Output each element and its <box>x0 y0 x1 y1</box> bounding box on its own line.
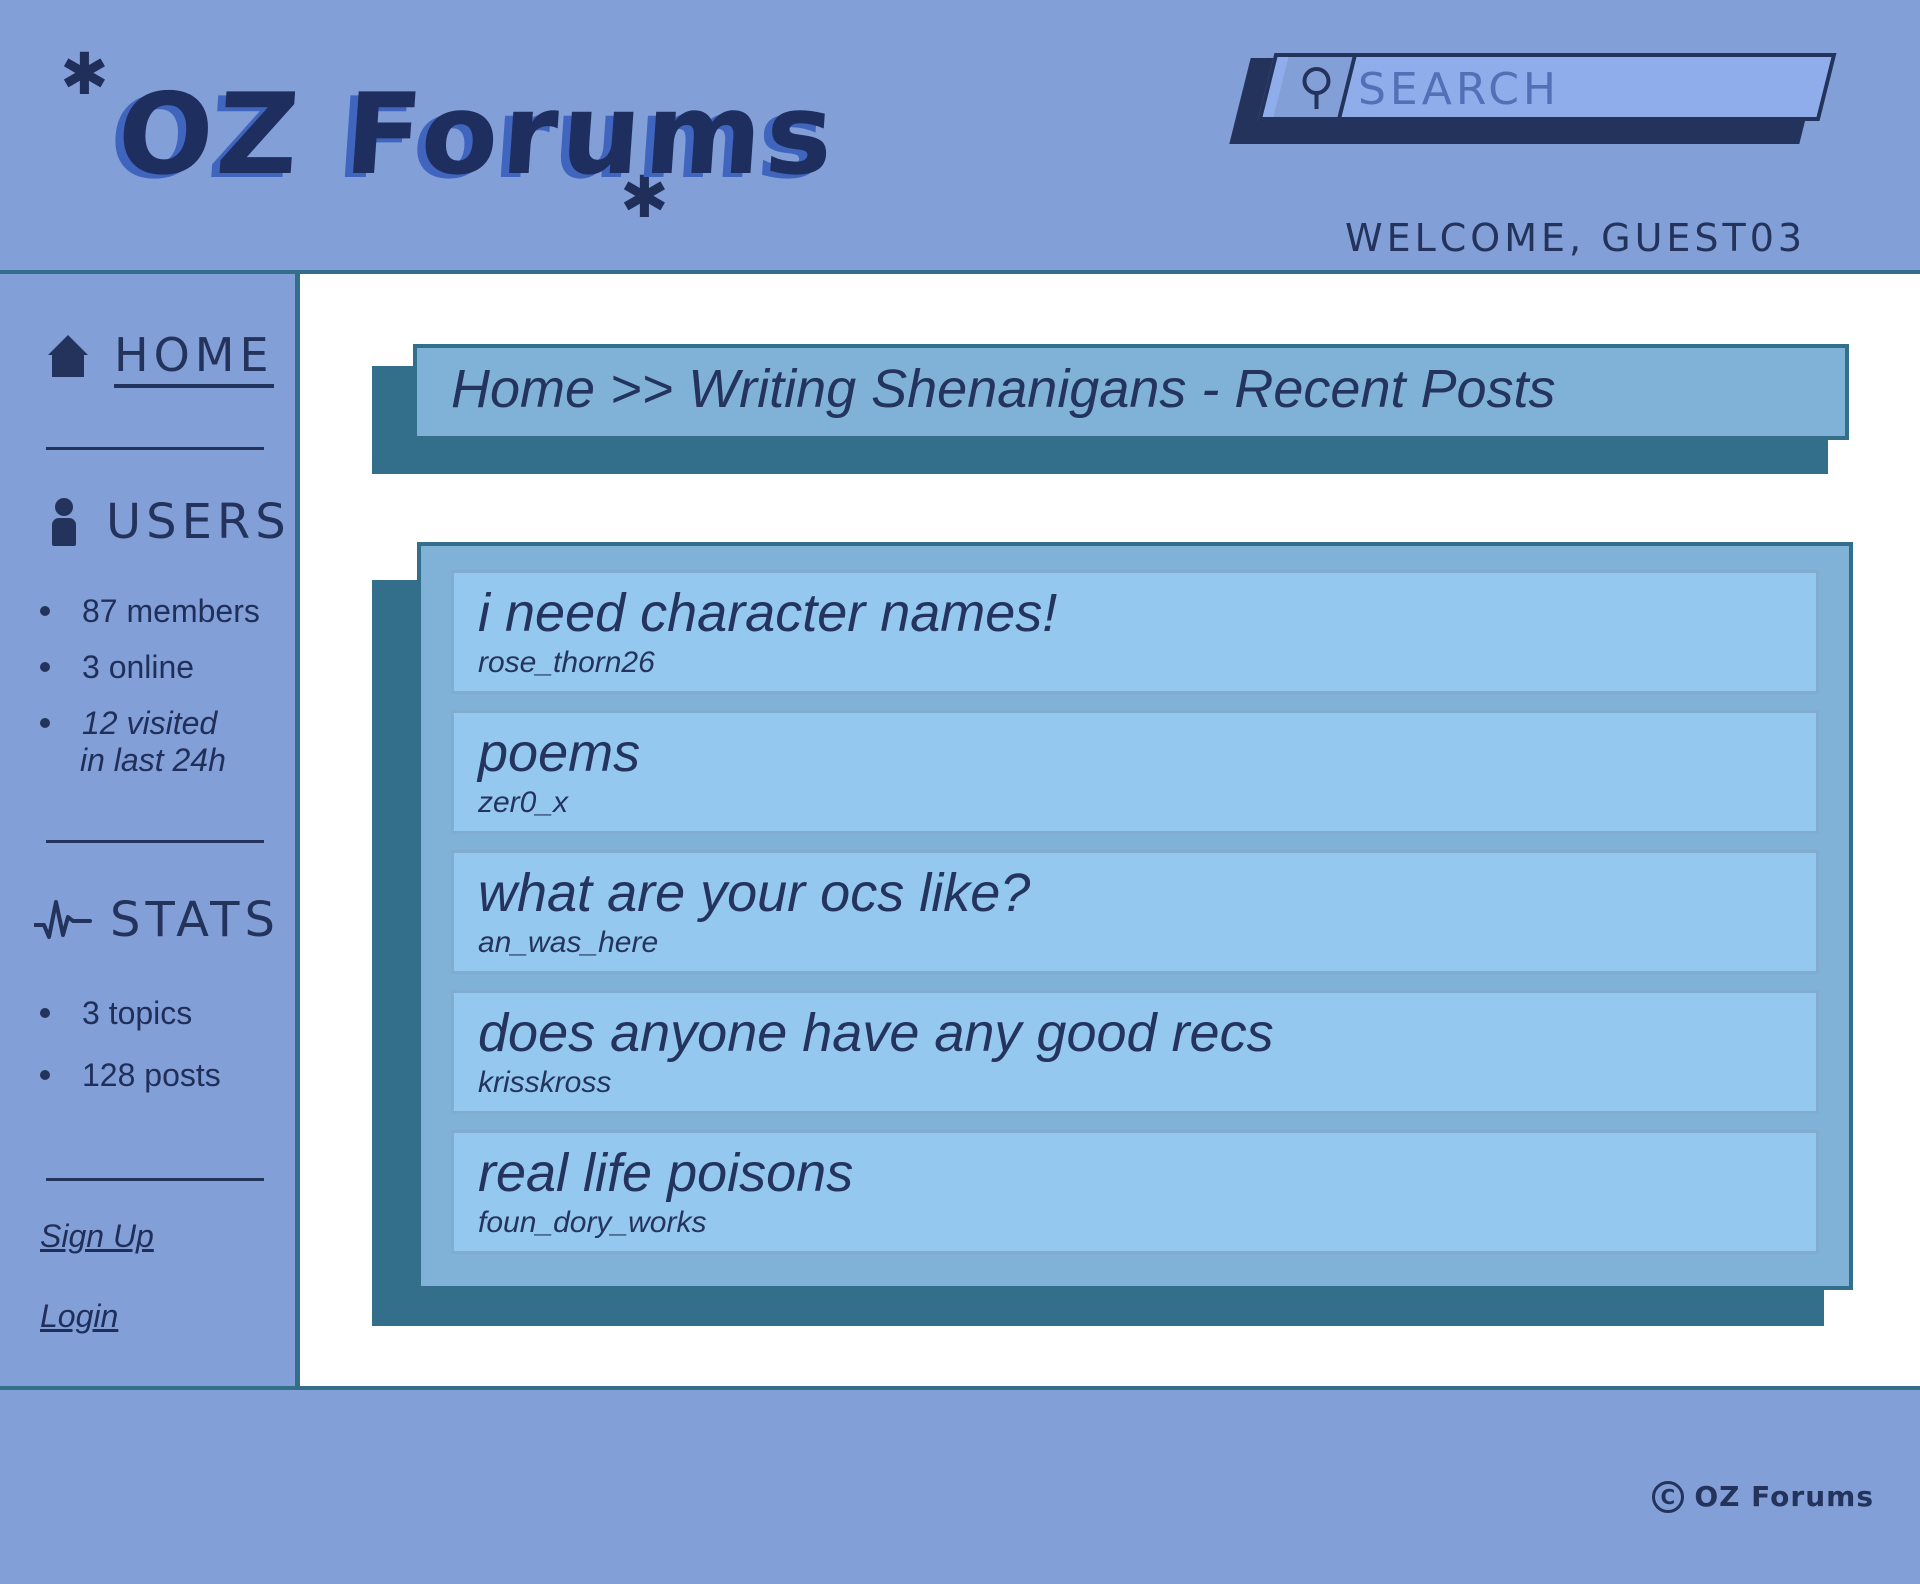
site-footer: C OZ Forums <box>0 1386 1920 1584</box>
sidebar-divider <box>46 447 264 450</box>
users-title: USERS <box>106 494 291 550</box>
visited-period: in last 24h <box>80 742 226 778</box>
site-header: ✱ ✱ OZ Forums WELCOME, GUEST03 <box>0 0 1920 274</box>
post-item[interactable]: what are your ocs like? an_was_here <box>451 850 1819 974</box>
users-section-title: USERS <box>52 494 291 550</box>
post-item[interactable]: i need character names! rose_thorn26 <box>451 570 1819 694</box>
home-label: HOME <box>114 328 274 388</box>
search-icon <box>1302 67 1331 95</box>
post-title[interactable]: i need character names! <box>478 581 1792 645</box>
site-logo[interactable]: OZ Forums <box>113 70 841 200</box>
post-title[interactable]: does anyone have any good recs <box>478 1001 1792 1065</box>
copyright-text: OZ Forums <box>1694 1480 1874 1513</box>
stats-title: STATS <box>110 892 280 948</box>
online-count: 3 online <box>40 648 260 686</box>
visited-count: 12 visited <box>40 704 260 742</box>
post-author[interactable]: krisskross <box>478 1065 1792 1101</box>
stats-list: 3 topics 128 posts <box>40 994 221 1094</box>
topics-count: 3 topics <box>40 994 221 1032</box>
sidebar: HOME USERS 87 members 3 online 12 visite… <box>0 274 300 1386</box>
post-title[interactable]: real life poisons <box>478 1141 1792 1205</box>
sidebar-divider <box>46 840 264 843</box>
welcome-text: WELCOME, GUEST03 <box>1345 216 1807 260</box>
search-input[interactable] <box>1356 62 1780 116</box>
star-icon: ✱ <box>60 40 109 108</box>
post-item[interactable]: real life poisons foun_dory_works <box>451 1130 1819 1254</box>
post-author[interactable]: rose_thorn26 <box>478 645 1792 681</box>
copyright: C OZ Forums <box>1652 1480 1874 1513</box>
post-title[interactable]: what are your ocs like? <box>478 861 1792 925</box>
post-title[interactable]: poems <box>478 721 1792 785</box>
stats-section-title: STATS <box>34 892 280 948</box>
sign-up-link[interactable]: Sign Up <box>40 1218 154 1255</box>
post-author[interactable]: zer0_x <box>478 785 1792 821</box>
main-content: Home >> Writing Shenanigans - Recent Pos… <box>300 274 1920 1386</box>
home-icon <box>48 335 88 381</box>
post-item[interactable]: poems zer0_x <box>451 710 1819 834</box>
login-link[interactable]: Login <box>40 1298 118 1335</box>
members-count: 87 members <box>40 592 260 630</box>
sidebar-divider <box>46 1178 264 1181</box>
copyright-icon: C <box>1652 1480 1685 1513</box>
recent-posts-list: i need character names! rose_thorn26 poe… <box>417 542 1853 1290</box>
post-item[interactable]: does anyone have any good recs krisskros… <box>451 990 1819 1114</box>
pulse-icon <box>34 900 92 939</box>
posts-count: 128 posts <box>40 1056 221 1094</box>
users-stats-list: 87 members 3 online 12 visited <box>40 592 260 742</box>
user-icon <box>52 498 76 546</box>
breadcrumb[interactable]: Home >> Writing Shenanigans - Recent Pos… <box>413 344 1849 440</box>
post-author[interactable]: an_was_here <box>478 925 1792 961</box>
home-nav-link[interactable]: HOME <box>48 328 274 388</box>
post-author[interactable]: foun_dory_works <box>478 1205 1792 1241</box>
